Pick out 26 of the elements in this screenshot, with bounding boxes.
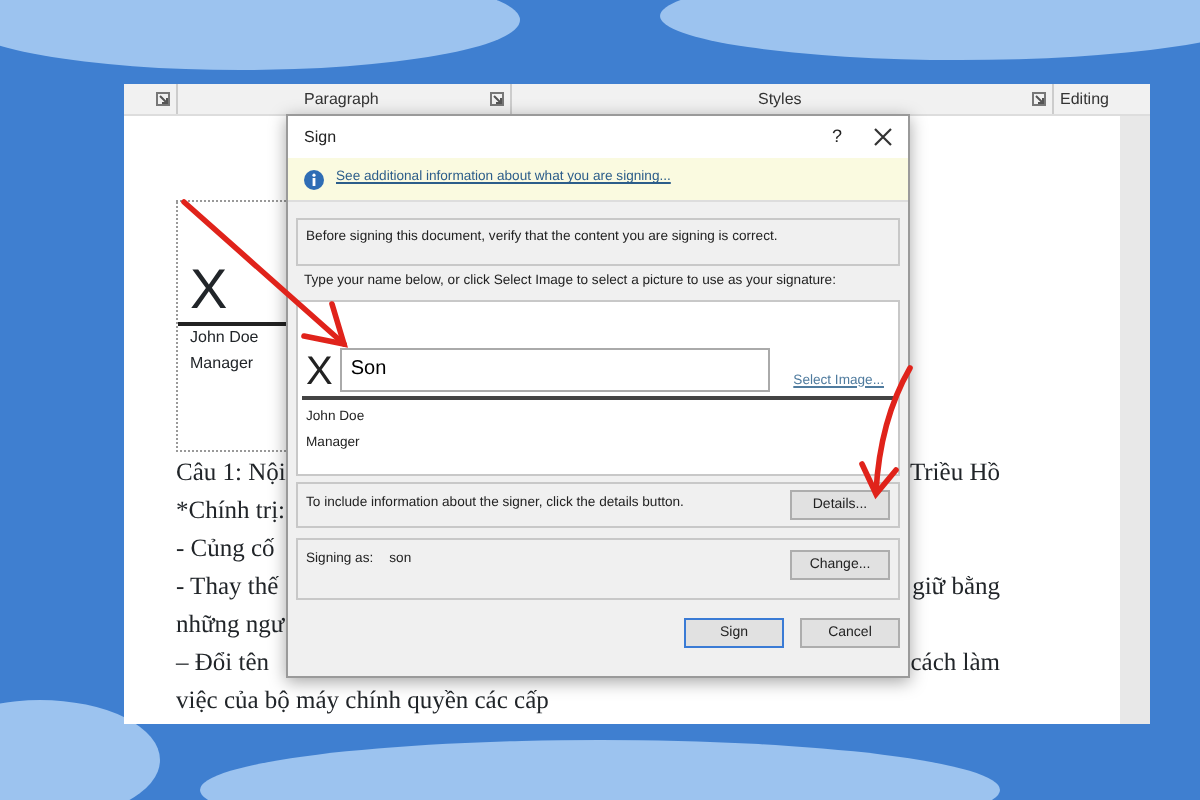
- help-button[interactable]: ?: [831, 123, 842, 151]
- name-input[interactable]: Son: [340, 347, 770, 392]
- document-text: - Thay thế: [176, 574, 279, 604]
- group-label: Styles: [758, 87, 802, 111]
- signer-title: Manager: [188, 351, 256, 376]
- dialog-title: Sign: [304, 125, 337, 149]
- signature-mark: X: [188, 262, 230, 318]
- dialog-launcher-icon[interactable]: [1032, 92, 1046, 106]
- document-text: - Củng cố: [176, 536, 275, 566]
- group-label: Editing: [1060, 87, 1109, 111]
- group-label: Paragraph: [304, 87, 379, 111]
- document-text: Triều Hồ: [909, 460, 1000, 490]
- close-icon[interactable]: [874, 128, 892, 146]
- signer-name: John Doe: [188, 326, 261, 350]
- document-text: giữ bằng: [912, 574, 1000, 604]
- dialog-launcher-icon[interactable]: [156, 92, 170, 106]
- document-text: những ngư: [176, 612, 285, 642]
- document-text: việc của bộ máy chính quyền các cấp: [176, 688, 549, 718]
- document-text: Câu 1: Nội: [176, 460, 286, 490]
- signature-mark: X: [306, 351, 333, 392]
- document-text: – Đổi tên: [176, 650, 270, 680]
- dialog-launcher-icon[interactable]: [490, 92, 504, 106]
- info-icon: [304, 169, 324, 189]
- document-text: *Chính trị:: [176, 498, 286, 528]
- scrollbar[interactable]: [1120, 116, 1150, 724]
- document-text: cách làm: [910, 650, 1000, 680]
